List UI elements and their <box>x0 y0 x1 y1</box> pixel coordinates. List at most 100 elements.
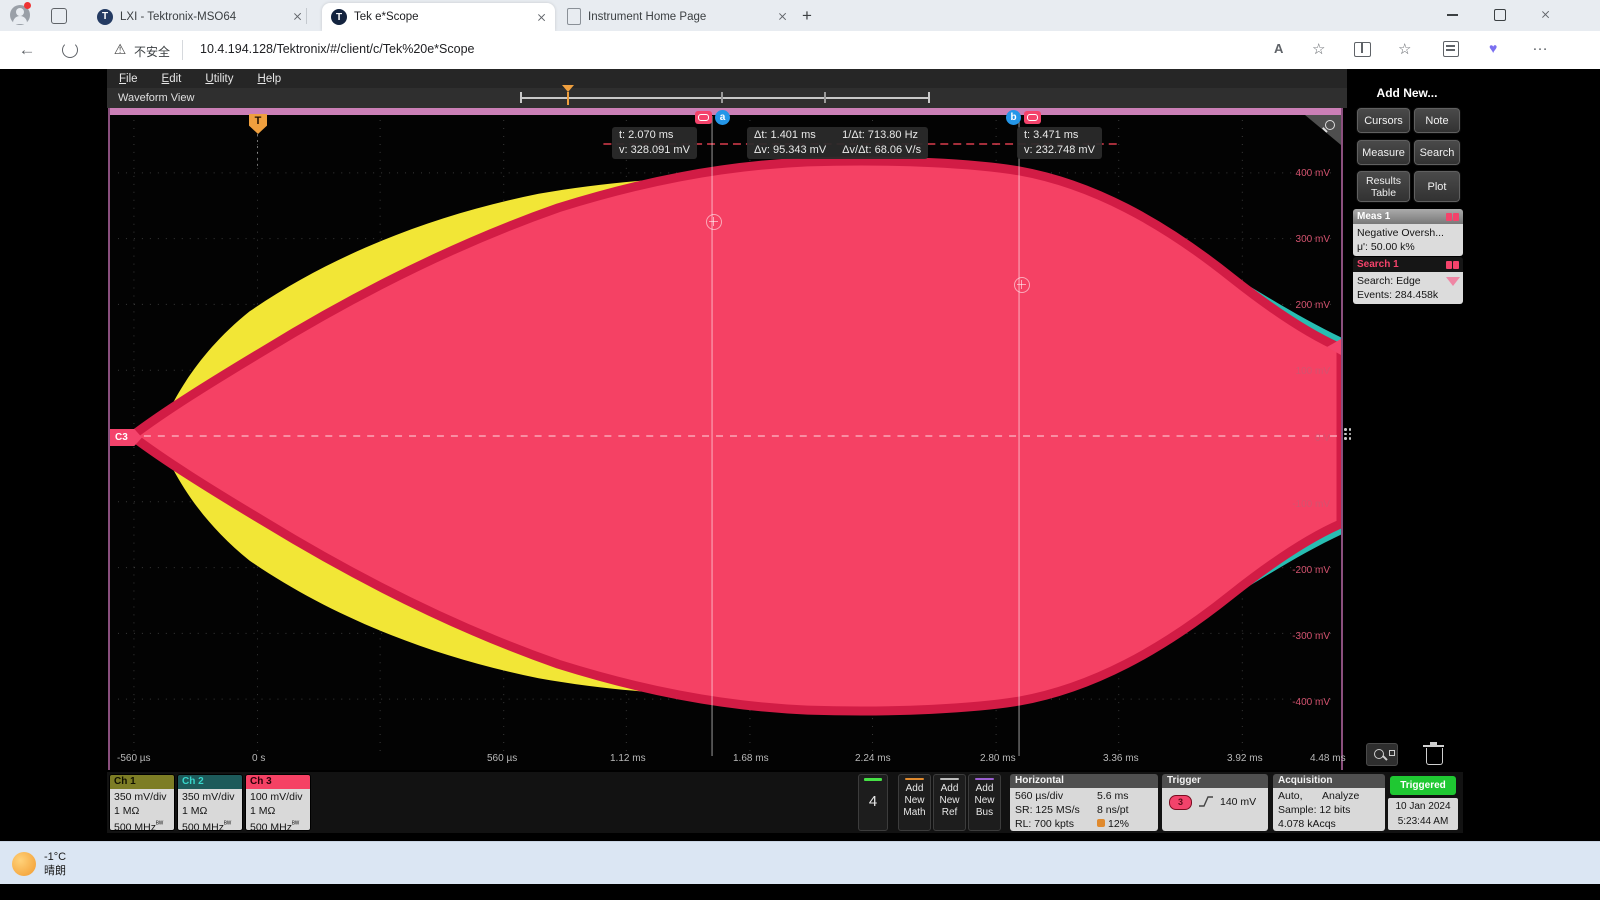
add-note-button[interactable]: Note <box>1413 107 1461 134</box>
tab-title: Instrument Home Page <box>588 11 771 23</box>
waveform-display[interactable]: T a b t: 2.070 ms v: 328.091 mV Δt: 1.40… <box>108 108 1343 770</box>
url-text[interactable]: 10.4.194.128/Tektronix/#/client/c/Tek%20… <box>200 42 474 56</box>
favorites-bar-icon[interactable]: ☆ <box>1398 40 1411 58</box>
cursor-a-handle[interactable]: a <box>715 110 730 125</box>
cursor-link-badge[interactable] <box>695 111 712 124</box>
cursor-link-badge[interactable] <box>1024 111 1041 124</box>
minimap-trigger-marker-icon[interactable] <box>562 85 574 92</box>
horizontal-title: Horizontal <box>1010 774 1158 788</box>
avatar-body-icon <box>13 16 27 24</box>
ref-color-line <box>940 778 959 780</box>
tab-close-icon[interactable] <box>778 12 787 21</box>
add-measure-button[interactable]: Measure <box>1356 139 1411 166</box>
cursor-b-handle[interactable]: b <box>1006 110 1021 125</box>
ch2-label: Ch 2 <box>178 775 242 789</box>
y-axis-label: 100 mV <box>1260 366 1330 377</box>
add-new-math-button[interactable]: Add New Math <box>898 774 931 831</box>
split-screen-icon[interactable] <box>1354 42 1371 57</box>
add-new-ref-button[interactable]: Add New Ref <box>933 774 966 831</box>
cursor-b-drag-handle[interactable] <box>1014 277 1030 293</box>
ch2-bandwidth: 500 MHz <box>182 822 224 832</box>
y-axis-label: 300 mV <box>1260 234 1330 245</box>
cursor-a-time: t: 2.070 ms <box>619 128 690 143</box>
acq-sample: Sample: 12 bits <box>1278 803 1380 817</box>
add-search-button[interactable]: Search <box>1413 139 1461 166</box>
search1-type: Search: Edge <box>1357 274 1459 288</box>
delta-slope: Δv/Δt: 68.06 V/s <box>842 143 921 158</box>
acq-mode: Auto, <box>1278 789 1322 803</box>
channel-4-badge[interactable]: 4 <box>858 774 888 831</box>
panel-resize-handle[interactable] <box>1344 421 1352 447</box>
y-axis-label: 400 mV <box>1260 168 1330 179</box>
tab-close-icon[interactable] <box>537 13 546 22</box>
cursor-a-drag-handle[interactable] <box>706 214 722 230</box>
channel-3-badge[interactable]: Ch 3 100 mV/div 1 MΩ 500 MHzᴮᵂ <box>245 774 311 831</box>
browser-essentials-icon[interactable]: ♥ <box>1489 40 1497 56</box>
trigger-level-arrow[interactable] <box>1327 339 1341 355</box>
x-axis-label: 1.12 ms <box>610 753 646 764</box>
add-results-table-button[interactable]: Results Table <box>1356 170 1411 203</box>
y-axis-label: -100 mV <box>1260 499 1330 510</box>
channel-2-badge[interactable]: Ch 2 350 mV/div 1 MΩ 500 MHzᴮᵂ <box>177 774 243 831</box>
screen: T LXI - Tektronix-MSO64 T Tek e*Scope In… <box>0 0 1600 900</box>
add-new-bus-button[interactable]: Add New Bus <box>968 774 1001 831</box>
search-dropdown-icon[interactable] <box>1446 277 1460 286</box>
cursor-delta-readout: Δt: 1.401 ms Δv: 95.343 mV 1/Δt: 713.80 … <box>747 127 928 159</box>
channel-1-badge[interactable]: Ch 1 350 mV/div 1 MΩ 500 MHzᴮᵂ <box>109 774 175 831</box>
delta-freq: 1/Δt: 713.80 Hz <box>842 128 921 143</box>
window-minimize-button[interactable] <box>1447 14 1458 16</box>
horizontal-minimap-track[interactable] <box>520 97 930 99</box>
new-tab-button[interactable]: + <box>795 4 819 28</box>
x-axis-label: 2.80 ms <box>980 753 1016 764</box>
favorite-star-icon[interactable]: ☆ <box>1312 40 1325 58</box>
browser-tab-escope[interactable]: T Tek e*Scope <box>322 3 555 31</box>
menu-help[interactable]: Help <box>246 73 294 85</box>
y-axis-label: 0 V <box>1260 433 1330 444</box>
waveform-canvas[interactable] <box>110 108 1341 768</box>
bandwidth-icon: ᴮᵂ <box>156 821 163 828</box>
acquisition-panel[interactable]: Acquisition Auto,Analyze Sample: 12 bits… <box>1273 774 1385 831</box>
x-axis-label: 1.68 ms <box>733 753 769 764</box>
refresh-icon[interactable] <box>62 42 78 58</box>
tab-close-icon[interactable] <box>293 12 302 21</box>
meas1-card[interactable]: Meas 1 Negative Oversh... μ': 50.00 k% <box>1353 209 1463 256</box>
browser-tab-lxi[interactable]: T LXI - Tektronix-MSO64 <box>88 4 311 29</box>
ch2-scale: 350 mV/div <box>182 790 238 804</box>
weather-widget[interactable]: -1°C 晴朗 <box>12 848 132 880</box>
zoom-tool-button[interactable] <box>1366 743 1398 766</box>
bottom-black-strip <box>0 884 1600 900</box>
window-close-button[interactable] <box>1541 10 1552 21</box>
search1-title: Search 1 <box>1357 259 1399 270</box>
tab-actions-icon[interactable] <box>51 8 67 24</box>
trigger-panel[interactable]: Trigger 3 140 mV <box>1162 774 1268 831</box>
collections-icon[interactable] <box>1443 41 1459 57</box>
menu-edit[interactable]: Edit <box>150 73 194 85</box>
meas1-title: Meas 1 <box>1357 211 1390 222</box>
back-icon[interactable]: ← <box>16 39 38 61</box>
tab-title: Tek e*Scope <box>354 11 530 23</box>
trash-icon[interactable] <box>1422 742 1446 767</box>
browser-address-bar: ← ⚠ 不安全 10.4.194.128/Tektronix/#/client/… <box>0 31 1600 70</box>
search1-card[interactable]: Search 1 Search: Edge Events: 284.458k <box>1353 257 1463 304</box>
browser-tab-home[interactable]: Instrument Home Page <box>558 4 796 29</box>
menu-utility[interactable]: Utility <box>193 73 245 85</box>
ch1-impedance: 1 MΩ <box>114 804 170 818</box>
horizontal-panel[interactable]: Horizontal 560 µs/div5.6 ms SR: 125 MS/s… <box>1010 774 1158 831</box>
ch3-impedance: 1 MΩ <box>250 804 306 818</box>
triggered-status-badge: Triggered <box>1390 776 1456 795</box>
trigger-level: 140 mV <box>1220 795 1256 809</box>
page-icon <box>567 8 581 25</box>
menu-file[interactable]: File <box>107 73 150 85</box>
meas1-name: Negative Oversh... <box>1357 226 1459 240</box>
add-plot-button[interactable]: Plot <box>1413 170 1461 203</box>
tab-title: LXI - Tektronix-MSO64 <box>120 11 286 23</box>
read-aloud-icon[interactable]: A <box>1274 41 1283 56</box>
x-axis-label: 3.92 ms <box>1227 753 1263 764</box>
window-maximize-button[interactable] <box>1494 9 1506 21</box>
browser-menu-icon[interactable]: … <box>1532 37 1549 55</box>
acq-count: 4.078 kAcqs <box>1278 817 1380 831</box>
y-axis-label: -300 mV <box>1260 631 1330 642</box>
add-cursors-button[interactable]: Cursors <box>1356 107 1411 134</box>
ch3-label: Ch 3 <box>246 775 310 789</box>
tab-waveform-view[interactable]: Waveform View <box>118 92 194 104</box>
